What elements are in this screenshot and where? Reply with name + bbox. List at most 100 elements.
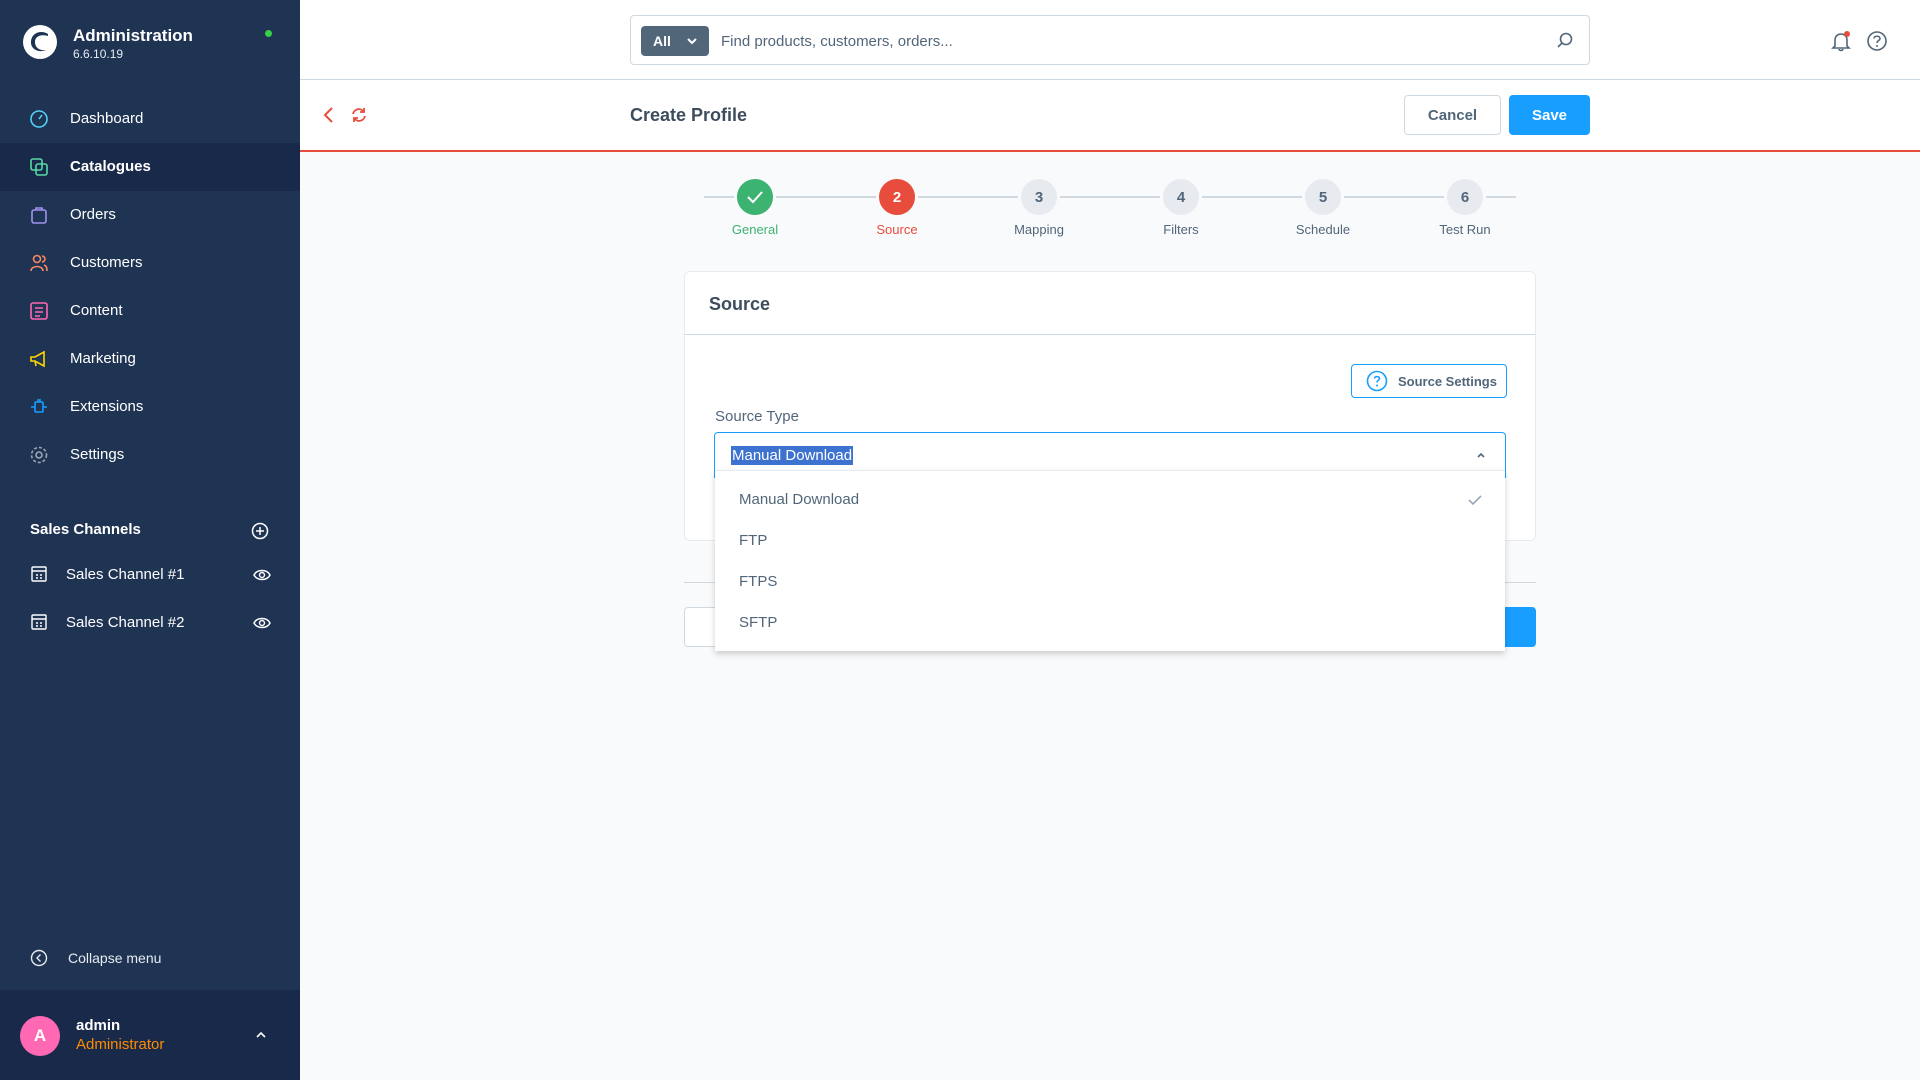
sidebar: Administration 6.6.10.19 Dashboard Catal… [0, 0, 300, 1080]
content-icon [30, 302, 48, 320]
sidebar-item-catalogues[interactable]: Catalogues [0, 143, 300, 191]
megaphone-icon [30, 350, 45, 368]
sidebar-item-marketing[interactable]: Marketing [0, 335, 300, 383]
storefront-icon [31, 614, 47, 630]
option-label: FTP [739, 532, 768, 549]
collapse-icon [30, 949, 48, 967]
step-circle: 3 [1018, 176, 1060, 218]
step-mapping[interactable]: 3 Mapping [979, 176, 1099, 237]
user-menu[interactable]: A admin Administrator [0, 990, 300, 1080]
dropdown-option[interactable]: SFTP [715, 603, 1505, 644]
step-label: Test Run [1439, 222, 1491, 237]
smart-bar: Create Profile Cancel Save [300, 80, 1920, 152]
option-label: SFTP [739, 614, 778, 631]
source-type-value: Manual Download [731, 446, 854, 465]
sidebar-item-label: Catalogues [70, 158, 151, 175]
search-icon[interactable] [1556, 31, 1574, 49]
refresh-icon[interactable] [350, 105, 368, 125]
sidebar-item-label: Marketing [70, 350, 136, 367]
search-type-dropdown[interactable]: All [641, 26, 709, 56]
search-input[interactable] [721, 28, 1521, 54]
dropdown-option[interactable]: FTPS [715, 562, 1505, 603]
source-type-dropdown: Manual Download FTP FTPS SFTP [715, 470, 1505, 651]
brand: Administration 6.6.10.19 [0, 0, 300, 82]
sidebar-item-label: Settings [70, 446, 125, 463]
eye-icon[interactable] [253, 567, 271, 583]
sales-channel-label: Sales Channel #2 [66, 614, 185, 631]
back-arrow-icon[interactable] [322, 105, 336, 125]
check-icon [747, 191, 763, 204]
catalogue-icon [30, 158, 48, 176]
collapse-menu-label: Collapse menu [68, 950, 162, 966]
chevron-down-icon [687, 38, 697, 45]
page-title: Create Profile [630, 105, 748, 125]
sidebar-item-label: Dashboard [70, 110, 144, 127]
sidebar-item-label: Orders [70, 206, 116, 223]
sales-channels-title: Sales Channels [30, 521, 141, 538]
step-circle: 6 [1444, 176, 1486, 218]
cancel-button[interactable]: Cancel [1404, 95, 1501, 135]
check-icon [1468, 495, 1482, 506]
dropdown-option[interactable]: FTP [715, 521, 1505, 562]
step-label: Schedule [1295, 222, 1351, 237]
avatar: A [20, 1016, 60, 1056]
sidebar-item-settings[interactable]: Settings [0, 431, 300, 479]
option-label: FTPS [739, 573, 778, 590]
step-filters[interactable]: 4 Filters [1121, 176, 1241, 237]
collapse-menu-button[interactable]: Collapse menu [0, 940, 300, 976]
step-test-run[interactable]: 6 Test Run [1405, 176, 1525, 237]
sidebar-item-extensions[interactable]: Extensions [0, 383, 300, 431]
sidebar-item-label: Extensions [70, 398, 144, 415]
help-circle-icon [1366, 370, 1388, 392]
option-label: Manual Download [739, 491, 860, 508]
save-button[interactable]: Save [1509, 95, 1590, 135]
top-bar: All [300, 0, 1920, 80]
source-settings-label: Source Settings [1398, 374, 1497, 389]
search-type-label: All [653, 33, 671, 49]
storefront-icon [31, 566, 47, 582]
step-circle: 4 [1160, 176, 1202, 218]
shopware-logo-icon [23, 25, 57, 59]
sidebar-item-label: Content [70, 302, 123, 319]
step-label: General [731, 222, 779, 237]
user-name: admin [76, 1017, 121, 1034]
users-icon [30, 254, 48, 272]
step-schedule[interactable]: 5 Schedule [1263, 176, 1383, 237]
user-role: Administrator [76, 1036, 165, 1053]
source-settings-button[interactable]: Source Settings [1351, 364, 1507, 398]
help-icon[interactable] [1866, 30, 1888, 52]
eye-icon[interactable] [253, 615, 271, 631]
app-title: Administration [73, 26, 193, 45]
step-source[interactable]: 2 Source [837, 176, 957, 237]
card-title: Source [685, 272, 1535, 335]
step-circle: 2 [876, 176, 918, 218]
sidebar-item-dashboard[interactable]: Dashboard [0, 95, 300, 143]
plug-icon [31, 399, 47, 413]
step-circle: 5 [1302, 176, 1344, 218]
add-sales-channel-icon[interactable] [251, 522, 269, 540]
step-circle [734, 176, 776, 218]
gauge-icon [30, 110, 48, 128]
sidebar-item-orders[interactable]: Orders [0, 191, 300, 239]
sidebar-item-label: Customers [70, 254, 143, 271]
global-search: All [630, 15, 1590, 65]
chevron-up-icon [1477, 452, 1485, 458]
dropdown-option[interactable]: Manual Download [715, 480, 1505, 521]
notification-bell-icon[interactable] [1830, 30, 1852, 52]
source-type-label: Source Type [715, 408, 799, 425]
sales-channel-item[interactable]: Sales Channel #1 [0, 553, 300, 597]
step-label: Filters [1163, 222, 1199, 237]
gear-icon [30, 446, 48, 464]
step-label: Mapping [1014, 222, 1064, 237]
sales-channel-label: Sales Channel #1 [66, 566, 185, 583]
sales-channel-item[interactable]: Sales Channel #2 [0, 601, 300, 645]
chevron-up-icon[interactable] [254, 1030, 268, 1040]
step-label: Source [876, 222, 918, 237]
app-version: 6.6.10.19 [73, 47, 124, 61]
sidebar-item-content[interactable]: Content [0, 287, 300, 335]
shopping-bag-icon [31, 207, 47, 224]
sidebar-item-customers[interactable]: Customers [0, 239, 300, 287]
status-indicator [265, 30, 272, 37]
steps-track [704, 196, 1516, 198]
step-general[interactable]: General [695, 176, 815, 237]
